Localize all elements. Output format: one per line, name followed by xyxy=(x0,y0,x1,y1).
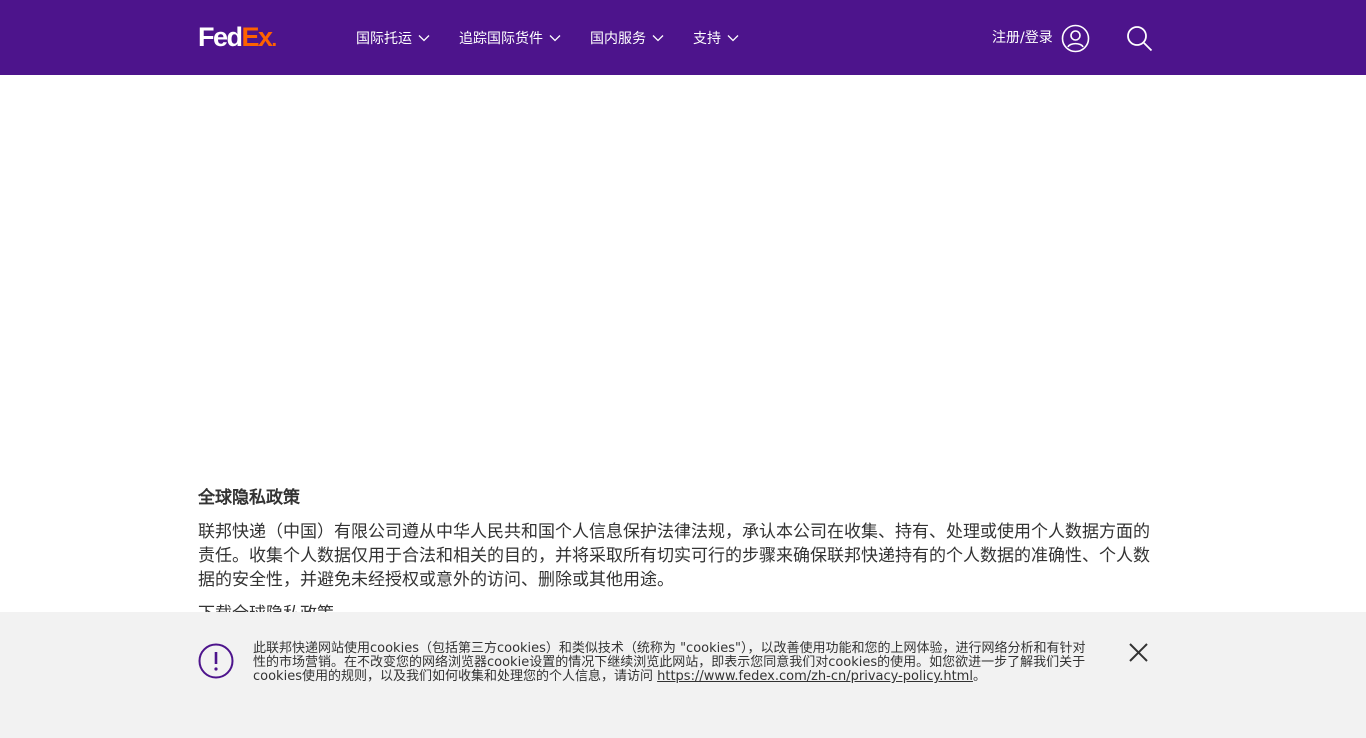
nav-label: 国内服务 xyxy=(590,31,646,47)
nav-label: 追踪国际货件 xyxy=(459,31,543,47)
chevron-down-icon xyxy=(549,35,561,42)
privacy-policy-link[interactable]: https://www.fedex.com/zh-cn/privacy-poli… xyxy=(657,669,973,684)
policy-title: 全球隐私政策 xyxy=(198,488,300,508)
policy-body: 联邦快递（中国）有限公司遵从中华人民共和国个人信息保护法律法规，承认本公司在收集… xyxy=(198,522,1150,590)
cookie-banner: 此联邦快递网站使用cookies（包括第三方cookies）和类似技术（统称为 … xyxy=(0,612,1366,738)
close-icon[interactable] xyxy=(1128,642,1149,663)
cookie-notice-text: 此联邦快递网站使用cookies（包括第三方cookies）和类似技术（统称为 … xyxy=(253,642,1093,684)
alert-icon xyxy=(198,643,234,679)
search-icon[interactable] xyxy=(1126,25,1153,52)
chevron-down-icon xyxy=(652,35,664,42)
cookie-notice-suffix: 。 xyxy=(972,669,986,684)
nav-label: 国际托运 xyxy=(356,31,412,47)
fedex-logo[interactable]: FedEx. xyxy=(198,22,278,55)
user-icon[interactable] xyxy=(1061,24,1090,53)
nav-domestic-services[interactable]: 国内服务 xyxy=(590,28,664,48)
chevron-down-icon xyxy=(727,35,739,42)
logo-ex: Ex xyxy=(241,22,274,52)
nav-international-shipping[interactable]: 国际托运 xyxy=(356,28,430,48)
nav-label: 支持 xyxy=(693,31,721,47)
nav-support[interactable]: 支持 xyxy=(693,28,739,48)
logo-fed: Fed xyxy=(198,22,243,52)
site-header: FedEx. 国际托运 追踪国际货件 国内服务 支持 注册/登录 xyxy=(0,0,1366,75)
login-link[interactable]: 注册/登录 xyxy=(992,28,1053,48)
nav-track-shipment[interactable]: 追踪国际货件 xyxy=(459,28,561,48)
logo-dot: . xyxy=(271,29,278,51)
chevron-down-icon xyxy=(418,35,430,42)
